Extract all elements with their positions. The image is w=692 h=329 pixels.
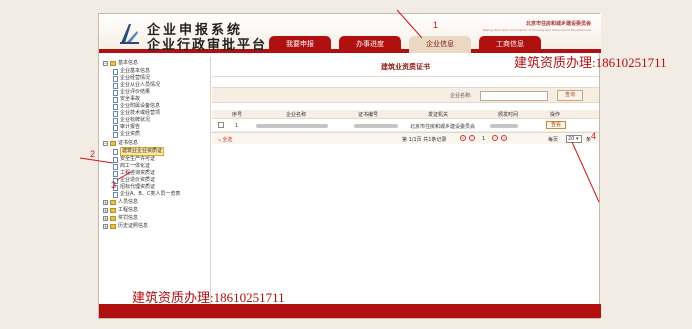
annotation-marker-2: 2 [90,149,96,159]
annotation-marker-1: 1 [433,20,439,30]
arrow-3 [116,171,132,181]
annotation-marker-4: 4 [591,131,597,141]
annotation-marker-3: 3 [111,180,117,190]
arrow-2 [79,157,114,164]
annotation-arrows [79,9,600,203]
arrow-4 [571,141,600,203]
arrow-1 [396,9,423,39]
